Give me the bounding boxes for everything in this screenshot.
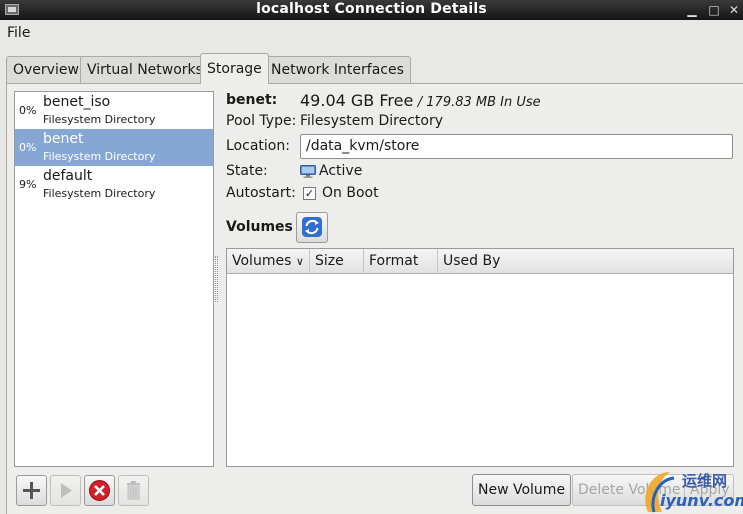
pool-name: default (43, 168, 93, 184)
autostart-checkbox[interactable]: ✓ (303, 187, 316, 200)
sort-chevron-down-icon: ∨ (295, 255, 304, 268)
watermark-url: iyunv.com (660, 491, 743, 510)
tab-virtual-networks[interactable]: Virtual Networks (80, 56, 210, 83)
location-label: Location: (226, 138, 290, 154)
tab-storage[interactable]: Storage (200, 53, 269, 84)
add-pool-button[interactable] (16, 475, 47, 506)
play-icon (61, 483, 72, 498)
pool-free-space: 49.04 GB Free (300, 91, 414, 110)
trash-icon (127, 481, 140, 500)
state-label: State: (226, 163, 268, 179)
column-header-format[interactable]: Format (363, 249, 437, 274)
menu-bar: File (0, 20, 743, 47)
pool-name: benet (43, 131, 84, 147)
pool-item-benet[interactable]: 0% benet Filesystem Directory (15, 129, 213, 166)
column-header-volumes[interactable]: Volumes ∨ (227, 249, 309, 274)
pool-type-label: Pool Type: (226, 113, 297, 129)
pool-capacity: 49.04 GB Free / 179.83 MB In Use (300, 91, 541, 110)
maximize-icon[interactable]: □ (706, 2, 722, 18)
close-icon[interactable]: ✕ (726, 2, 742, 18)
pane-resize-handle[interactable] (215, 256, 218, 302)
tab-network-interfaces[interactable]: Network Interfaces (264, 56, 411, 83)
column-header-used-by[interactable]: Used By (437, 249, 733, 274)
menu-file[interactable]: File (7, 25, 30, 41)
monitor-icon (300, 165, 316, 178)
minimize-icon[interactable]: ▁ (684, 2, 700, 18)
state-value: Active (319, 163, 363, 179)
start-pool-button[interactable] (50, 475, 81, 506)
location-field[interactable]: /data_kvm/store (300, 134, 733, 159)
pool-type: Filesystem Directory (43, 113, 156, 126)
delete-pool-button[interactable] (118, 475, 149, 506)
pool-item-benet-iso[interactable]: 0% benet_iso Filesystem Directory (15, 92, 213, 129)
stop-pool-button[interactable] (84, 475, 115, 506)
pool-name: benet_iso (43, 94, 111, 110)
autostart-label: Autostart: (226, 185, 296, 201)
storage-pool-list[interactable]: 0% benet_iso Filesystem Directory 0% ben… (14, 91, 214, 467)
autostart-value: On Boot (322, 185, 379, 201)
pool-type: Filesystem Directory (43, 187, 156, 200)
pool-detail-name: benet: (226, 92, 278, 108)
pool-type: Filesystem Directory (43, 150, 156, 163)
pool-usage: 0% (19, 141, 37, 154)
column-header-size[interactable]: Size (309, 249, 363, 274)
new-volume-button[interactable]: New Volume (472, 474, 572, 506)
volumes-label: Volumes (226, 219, 293, 235)
pool-item-default[interactable]: 9% default Filesystem Directory (15, 166, 213, 203)
pool-used-space: / 179.83 MB In Use (417, 95, 541, 110)
window-title: localhost Connection Details (256, 1, 487, 17)
pool-type-value: Filesystem Directory (300, 113, 444, 129)
volumes-table-header: Volumes ∨ Size Format Used By (227, 249, 733, 274)
refresh-volumes-button[interactable] (296, 212, 328, 243)
refresh-icon (302, 217, 322, 237)
title-bar: localhost Connection Details ▁ □ ✕ (0, 0, 743, 20)
pool-usage: 9% (19, 178, 37, 191)
stop-icon (89, 480, 110, 501)
plus-icon (23, 482, 40, 499)
pool-usage: 0% (19, 104, 37, 117)
tab-overview[interactable]: Overview (6, 56, 86, 83)
watermark-text: 运维网 (682, 472, 728, 490)
volumes-table[interactable]: Volumes ∨ Size Format Used By (226, 248, 734, 467)
